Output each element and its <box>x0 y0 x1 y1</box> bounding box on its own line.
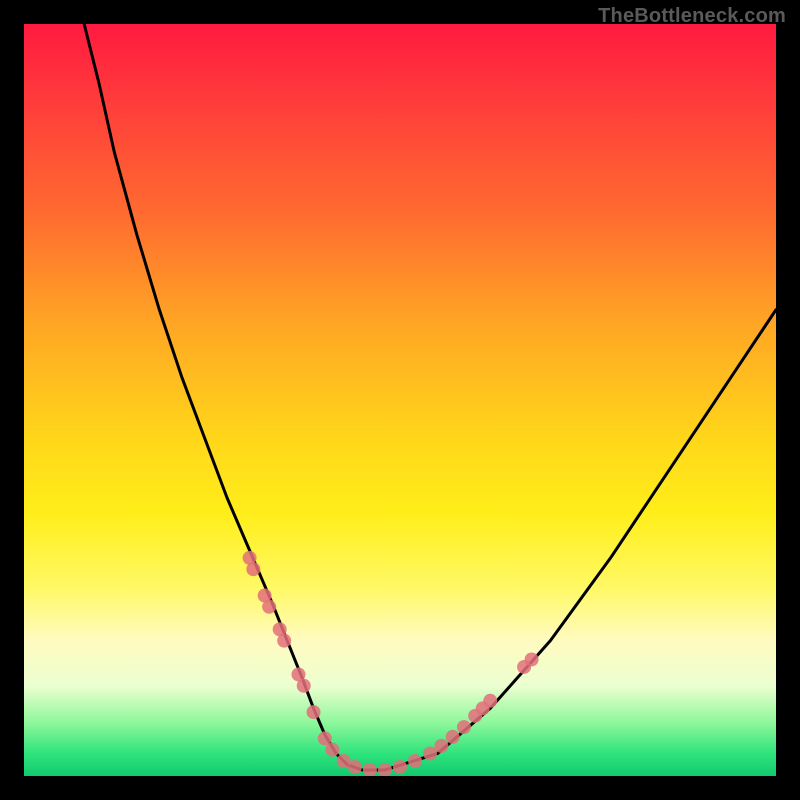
data-marker <box>408 754 422 768</box>
data-marker <box>325 743 339 757</box>
watermark-text: TheBottleneck.com <box>598 5 786 28</box>
data-marker <box>525 652 539 666</box>
marker-layer <box>243 551 539 776</box>
data-marker <box>363 763 377 776</box>
data-marker <box>307 705 321 719</box>
chart-svg <box>24 24 776 776</box>
curve-layer <box>84 24 776 770</box>
gradient-plot-area <box>24 24 776 776</box>
data-marker <box>446 730 460 744</box>
data-marker <box>262 600 276 614</box>
data-marker <box>297 679 311 693</box>
data-marker <box>434 739 448 753</box>
data-marker <box>277 634 291 648</box>
data-marker <box>483 694 497 708</box>
data-marker <box>348 760 362 774</box>
data-marker <box>457 720 471 734</box>
data-marker <box>246 562 260 576</box>
bottleneck-curve <box>84 24 776 770</box>
data-marker <box>378 763 392 776</box>
data-marker <box>393 760 407 774</box>
